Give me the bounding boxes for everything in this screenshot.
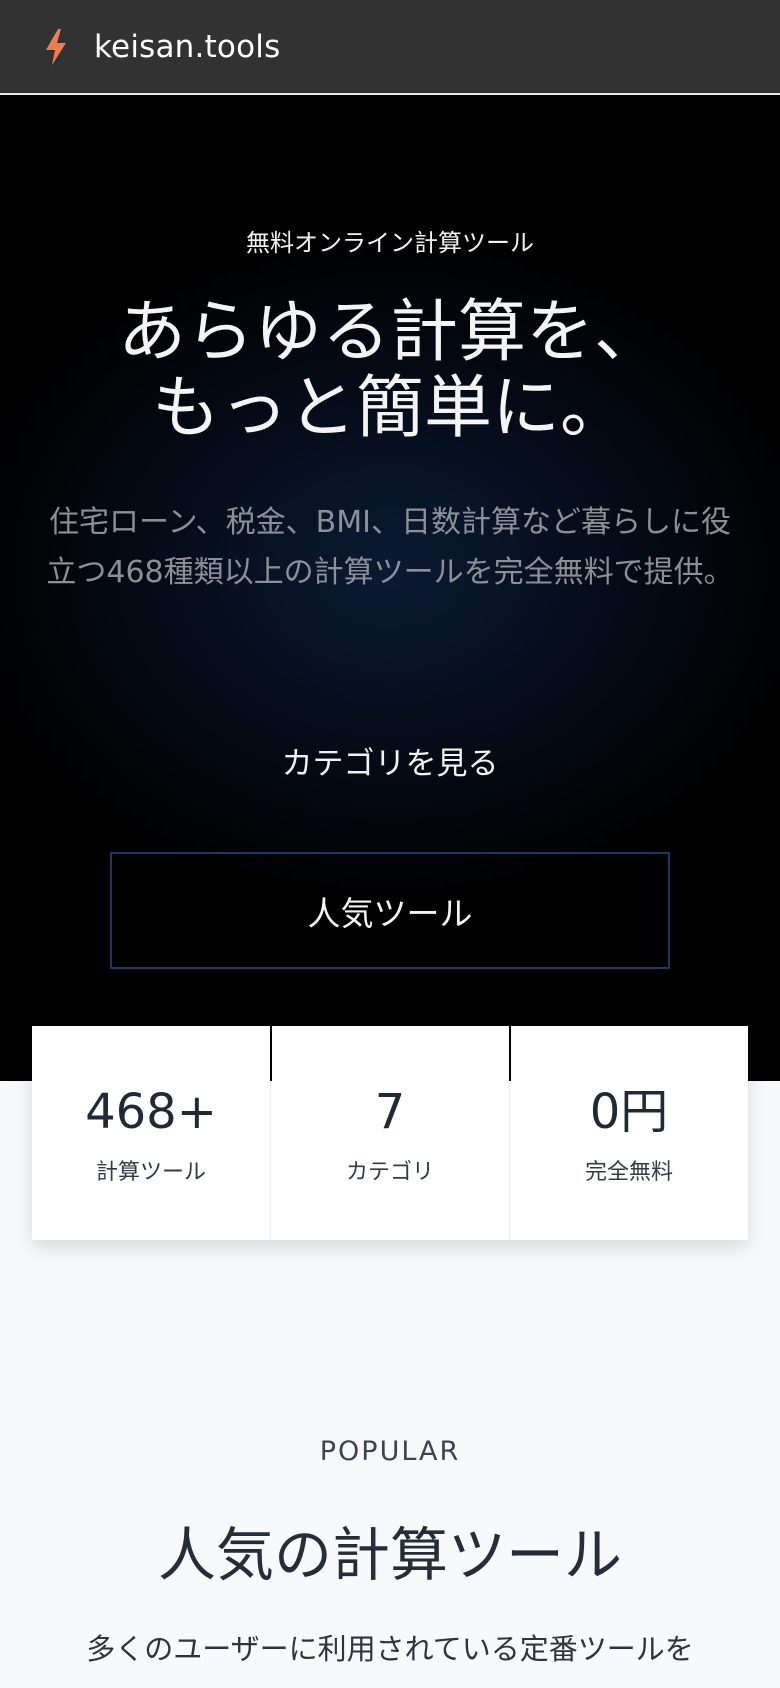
popular-section-description: 多くのユーザーに利用されている定番ツールを xyxy=(86,1632,694,1666)
popular-tools-button[interactable]: 人気ツール xyxy=(110,852,670,969)
stat-value: 7 xyxy=(374,1084,406,1140)
hero-headline: あらゆる計算を、 もっと簡単に。 xyxy=(0,295,780,447)
stats-card: 468+ 計算ツール 7 カテゴリ 0円 完全無料 xyxy=(32,1026,748,1240)
hero-eyebrow: 無料オンライン計算ツール xyxy=(246,229,534,257)
hero-headline-line-2: もっと簡単に。 xyxy=(151,369,628,448)
hero-headline-line-1: あらゆる計算を、 xyxy=(117,293,662,372)
hero-section: 無料オンライン計算ツール あらゆる計算を、 もっと簡単に。 住宅ローン、税金、B… xyxy=(0,95,780,1081)
stat-value: 0円 xyxy=(589,1084,669,1140)
popular-section-title: 人気の計算ツール xyxy=(157,1521,622,1589)
stat-value: 468+ xyxy=(85,1084,217,1140)
stat-label: 計算ツール xyxy=(95,1160,206,1185)
lightning-bolt-icon xyxy=(46,28,66,65)
site-header: keisan.tools xyxy=(0,0,780,95)
stat-tools: 468+ 計算ツール xyxy=(32,1026,270,1240)
view-categories-link[interactable]: カテゴリを見る xyxy=(240,739,540,789)
stat-free: 0円 完全無料 xyxy=(509,1026,748,1240)
hero-subtitle: 住宅ローン、税金、BMI、日数計算など暮らしに役立つ468種類以上の計算ツールを… xyxy=(46,505,734,590)
stat-categories: 7 カテゴリ xyxy=(270,1026,509,1240)
popular-section-eyebrow: POPULAR xyxy=(319,1436,461,1467)
stat-label: カテゴリ xyxy=(345,1160,434,1185)
stat-label: 完全無料 xyxy=(584,1160,673,1185)
site-logo-link[interactable]: keisan.tools xyxy=(94,29,280,65)
